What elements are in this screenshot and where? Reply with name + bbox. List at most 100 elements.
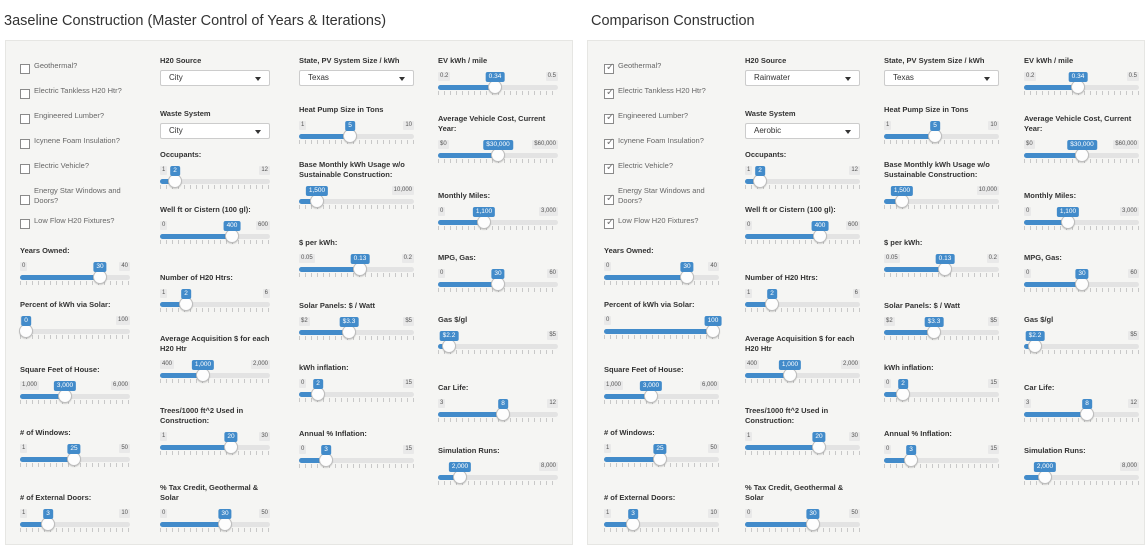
slider-handle[interactable] xyxy=(453,470,467,484)
checkbox[interactable]: ✓ xyxy=(604,162,614,174)
ext-doors-slider[interactable]: 1 10 3 xyxy=(604,509,719,535)
years-owned-slider[interactable]: 0 40 30 xyxy=(20,262,130,288)
vehicle-cost-slider[interactable]: $0 $60,000 $30,000 xyxy=(1024,140,1139,166)
gas-slider[interactable]: $5 $2.2 xyxy=(1024,331,1139,357)
pct-solar-slider[interactable]: 0100100 xyxy=(604,316,722,342)
h2o-htrs-slider[interactable]: 1 6 2 xyxy=(160,289,270,315)
slider-handle[interactable] xyxy=(1038,470,1052,484)
checkbox[interactable]: ✓ xyxy=(604,193,614,205)
slider-handle[interactable] xyxy=(41,517,55,531)
pct-solar-slider[interactable]: 01000 xyxy=(19,316,130,342)
slider-handle[interactable] xyxy=(488,80,502,94)
tax-credit-slider[interactable]: 0 50 30 xyxy=(160,509,270,535)
checkbox-row[interactable]: Icynene Foam Insulation? xyxy=(20,131,130,156)
slider-handle[interactable] xyxy=(311,387,325,401)
ext-doors-slider[interactable]: 1 10 3 xyxy=(20,509,130,535)
state-select[interactable]: Texas xyxy=(884,70,999,86)
slider-handle[interactable] xyxy=(343,129,357,143)
slider-track[interactable] xyxy=(438,344,558,349)
slider-track[interactable] xyxy=(20,329,130,334)
windows-slider[interactable]: 1 50 25 xyxy=(20,444,130,470)
checkbox-row[interactable]: ✓ Electric Tankless H20 Htr? xyxy=(604,81,719,106)
slider-handle[interactable] xyxy=(179,297,193,311)
slider-handle[interactable] xyxy=(706,324,720,338)
checkbox-row[interactable]: ✓ Energy Star Windows and Doors? xyxy=(604,181,719,211)
checkbox[interactable] xyxy=(20,219,30,229)
slider-handle[interactable] xyxy=(310,194,324,208)
slider-handle[interactable] xyxy=(806,517,820,531)
slider-handle[interactable] xyxy=(477,215,491,229)
checkbox[interactable]: ✓ xyxy=(604,87,614,99)
slider-handle[interactable] xyxy=(168,174,182,188)
per-kwh-slider[interactable]: 0.05 0.2 0.13 xyxy=(884,254,999,280)
heat-pump-slider[interactable]: 1 10 5 xyxy=(884,121,999,147)
slider-handle[interactable] xyxy=(491,277,505,291)
h2o-source-select[interactable]: City xyxy=(160,70,270,86)
slider-handle[interactable] xyxy=(342,325,356,339)
monthly-miles-slider[interactable]: 0 3,000 1,100 xyxy=(1024,207,1139,233)
checkbox-row[interactable]: ✓ Low Flow H20 Fixtures? xyxy=(604,211,719,236)
sqft-slider[interactable]: 1,000 6,000 3,000 xyxy=(20,381,130,407)
slider-handle[interactable] xyxy=(19,324,33,338)
annual-inflation-slider[interactable]: 0 15 3 xyxy=(299,445,414,471)
slider-handle[interactable] xyxy=(680,270,694,284)
checkbox[interactable] xyxy=(20,64,30,74)
checkbox[interactable] xyxy=(20,139,30,149)
checkbox[interactable] xyxy=(20,195,30,205)
checkbox-row[interactable]: Electric Vehicle? xyxy=(20,156,130,181)
slider-handle[interactable] xyxy=(442,339,456,353)
slider-handle[interactable] xyxy=(904,453,918,467)
checkbox[interactable]: ✓ xyxy=(604,62,614,74)
slider-handle[interactable] xyxy=(1075,148,1089,162)
well-ft-slider[interactable]: 0 600 400 xyxy=(745,221,860,247)
slider-handle[interactable] xyxy=(644,389,658,403)
checkbox[interactable] xyxy=(20,89,30,99)
slider-handle[interactable] xyxy=(196,368,210,382)
trees-slider[interactable]: 1 30 20 xyxy=(160,432,270,458)
checkbox-row[interactable]: Energy Star Windows and Doors? xyxy=(20,181,130,211)
checkbox-row[interactable]: ✓ Engineered Lumber? xyxy=(604,106,719,131)
checkbox-row[interactable]: ✓ Electric Vehicle? xyxy=(604,156,719,181)
kwh-usage-slider[interactable]: 10,000 1,500 xyxy=(299,186,414,212)
ev-kwh-slider[interactable]: 0.2 0.5 0.34 xyxy=(1024,72,1139,98)
annual-inflation-slider[interactable]: 0 15 3 xyxy=(884,445,999,471)
h2o-source-select[interactable]: Rainwater xyxy=(745,70,860,86)
occupants-slider[interactable]: 1 12 2 xyxy=(745,166,860,192)
slider-handle[interactable] xyxy=(319,453,333,467)
slider-handle[interactable] xyxy=(1028,339,1042,353)
solar-panels-slider[interactable]: $2 $5 $3.3 xyxy=(299,317,414,343)
mpg-slider[interactable]: 0 60 30 xyxy=(1024,269,1139,295)
checkbox[interactable]: ✓ xyxy=(604,217,614,229)
avg-acq-slider[interactable]: 400 2,000 1,000 xyxy=(745,360,860,386)
slider-handle[interactable] xyxy=(218,517,232,531)
waste-system-select[interactable]: City xyxy=(160,123,270,139)
sim-runs-slider[interactable]: 8,000 2,000 xyxy=(1024,462,1139,488)
checkbox[interactable]: ✓ xyxy=(604,137,614,149)
slider-handle[interactable] xyxy=(813,229,827,243)
avg-acq-slider[interactable]: 400 2,000 1,000 xyxy=(160,360,270,386)
slider-handle[interactable] xyxy=(928,129,942,143)
slider-handle[interactable] xyxy=(67,452,81,466)
gas-slider[interactable]: $5 $2.2 xyxy=(438,331,558,357)
slider-handle[interactable] xyxy=(626,517,640,531)
checkbox[interactable] xyxy=(20,164,30,174)
slider-handle[interactable] xyxy=(753,174,767,188)
windows-slider[interactable]: 1 50 25 xyxy=(604,444,719,470)
waste-system-select[interactable]: Aerobic xyxy=(745,123,860,139)
slider-handle[interactable] xyxy=(812,440,826,454)
slider-handle[interactable] xyxy=(1061,215,1075,229)
state-select[interactable]: Texas xyxy=(299,70,414,86)
occupants-slider[interactable]: 1 12 2 xyxy=(160,166,270,192)
checkbox-row[interactable]: Geothermal? xyxy=(20,56,130,81)
checkbox[interactable] xyxy=(20,114,30,124)
checkbox-row[interactable]: ✓ Geothermal? xyxy=(604,56,719,81)
slider-handle[interactable] xyxy=(93,270,107,284)
slider-handle[interactable] xyxy=(927,325,941,339)
vehicle-cost-slider[interactable]: $0 $60,000 $30,000 xyxy=(438,140,558,166)
mpg-slider[interactable]: 0 60 30 xyxy=(438,269,558,295)
trees-slider[interactable]: 1 30 20 xyxy=(745,432,860,458)
monthly-miles-slider[interactable]: 0 3,000 1,100 xyxy=(438,207,558,233)
kwh-inflation-slider[interactable]: 0 15 2 xyxy=(299,379,414,405)
slider-handle[interactable] xyxy=(1080,407,1094,421)
checkbox[interactable]: ✓ xyxy=(604,112,614,124)
